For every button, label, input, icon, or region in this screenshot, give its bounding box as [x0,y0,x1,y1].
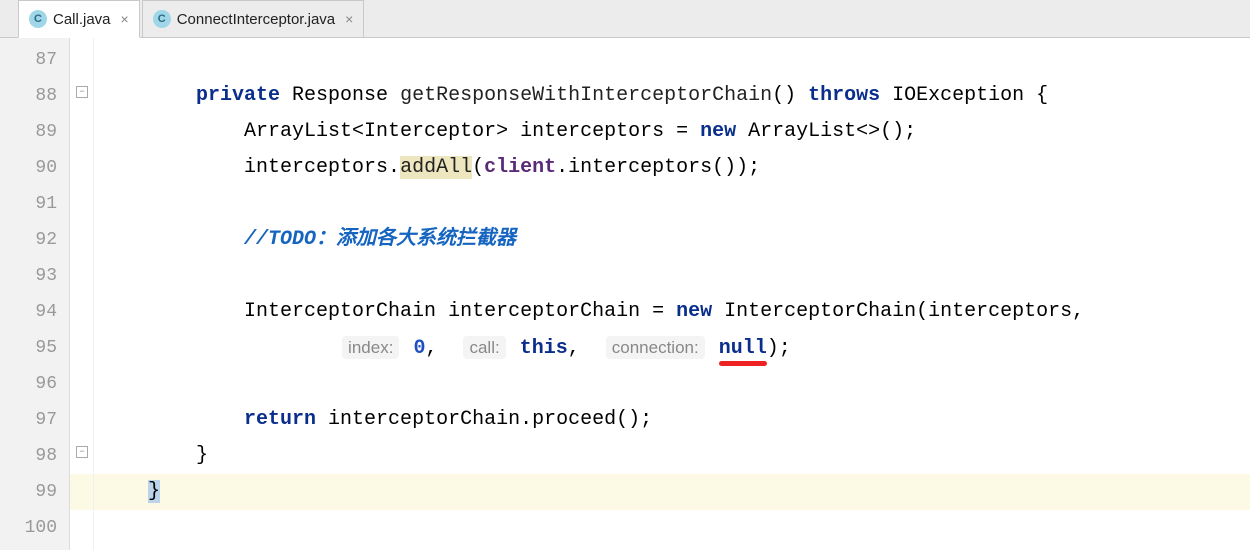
line-number: 93 [8,258,57,294]
method-name: getResponseWithInterceptorChain [400,84,772,107]
line-number: 91 [8,186,57,222]
code-text: () [772,84,808,107]
code-text: , [425,337,461,360]
code-line[interactable] [70,258,1250,294]
tab-connectinterceptor-java[interactable]: C ConnectInterceptor.java × [142,0,365,37]
code-text: ArrayList<Interceptor> interceptors = [244,120,700,143]
code-text: InterceptorChain interceptorChain = [244,300,676,323]
line-number: 92 [8,222,57,258]
editor: 87 88 89 90 91 92 93 94 95 96 97 98 99 1… [0,38,1250,550]
line-number: 94 [8,294,57,330]
todo-comment: //TODO：添加各大系统拦截器 [244,228,516,251]
field-ref: client [484,156,556,179]
keyword: this [520,337,568,360]
code-text: .interceptors()); [556,156,760,179]
line-number: 95 [8,330,57,366]
tab-bar: C Call.java × C ConnectInterceptor.java … [0,0,1250,38]
code-text: IOException { [880,84,1048,107]
code-line[interactable]: index: 0, call: this, connection: null); [70,330,1250,366]
class-icon: C [153,10,171,28]
line-number: 100 [8,510,57,546]
code-line[interactable] [70,366,1250,402]
param-hint: connection: [606,336,705,359]
tab-call-java[interactable]: C Call.java × [18,0,140,38]
code-line[interactable]: interceptors.addAll(client.interceptors(… [70,150,1250,186]
code-text: Response [280,84,400,107]
fold-expand-icon[interactable]: − [76,86,88,98]
param-hint: call: [463,336,505,359]
code-line[interactable]: } [70,438,1250,474]
code-line[interactable] [70,186,1250,222]
code-area[interactable]: − − private Response getResponseWithInte… [70,38,1250,550]
gutter: 87 88 89 90 91 92 93 94 95 96 97 98 99 1… [0,38,70,550]
code-text: ( [472,156,484,179]
line-number: 88 [8,78,57,114]
fold-collapse-icon[interactable]: − [76,446,88,458]
code-text: InterceptorChain(interceptors, [712,300,1084,323]
class-icon: C [29,10,47,28]
line-number: 89 [8,114,57,150]
keyword: new [676,300,712,323]
line-number: 99 [8,474,57,510]
code-text: , [568,337,604,360]
code-line-current[interactable]: } [70,474,1250,510]
code-line[interactable]: private Response getResponseWithIntercep… [70,78,1250,114]
close-icon[interactable]: × [345,11,353,27]
code-text: ); [767,337,791,360]
line-number: 97 [8,402,57,438]
code-text: ArrayList<>(); [736,120,916,143]
tab-label: ConnectInterceptor.java [177,11,335,28]
close-icon[interactable]: × [121,11,129,27]
keyword: private [196,84,280,107]
code-line[interactable] [70,42,1250,78]
line-number: 87 [8,42,57,78]
highlighted-method: addAll [400,156,472,179]
code-text: interceptors. [244,156,400,179]
line-number: 90 [8,150,57,186]
keyword: new [700,120,736,143]
code-line[interactable]: //TODO：添加各大系统拦截器 [70,222,1250,258]
tab-label: Call.java [53,11,111,28]
code-text: interceptorChain.proceed(); [316,408,652,431]
number-literal: 0 [413,337,425,360]
keyword: throws [808,84,880,107]
code-line[interactable]: InterceptorChain interceptorChain = new … [70,294,1250,330]
line-number: 98 [8,438,57,474]
line-number: 96 [8,366,57,402]
code-text: } [196,444,208,467]
code-line[interactable]: ArrayList<Interceptor> interceptors = ne… [70,114,1250,150]
code-line[interactable]: return interceptorChain.proceed(); [70,402,1250,438]
matched-brace: } [148,480,160,503]
param-hint: index: [342,336,399,359]
keyword: return [244,408,316,431]
code-line[interactable] [70,510,1250,546]
keyword-null-annotated: null [719,337,767,360]
fold-column: − − [70,38,94,550]
